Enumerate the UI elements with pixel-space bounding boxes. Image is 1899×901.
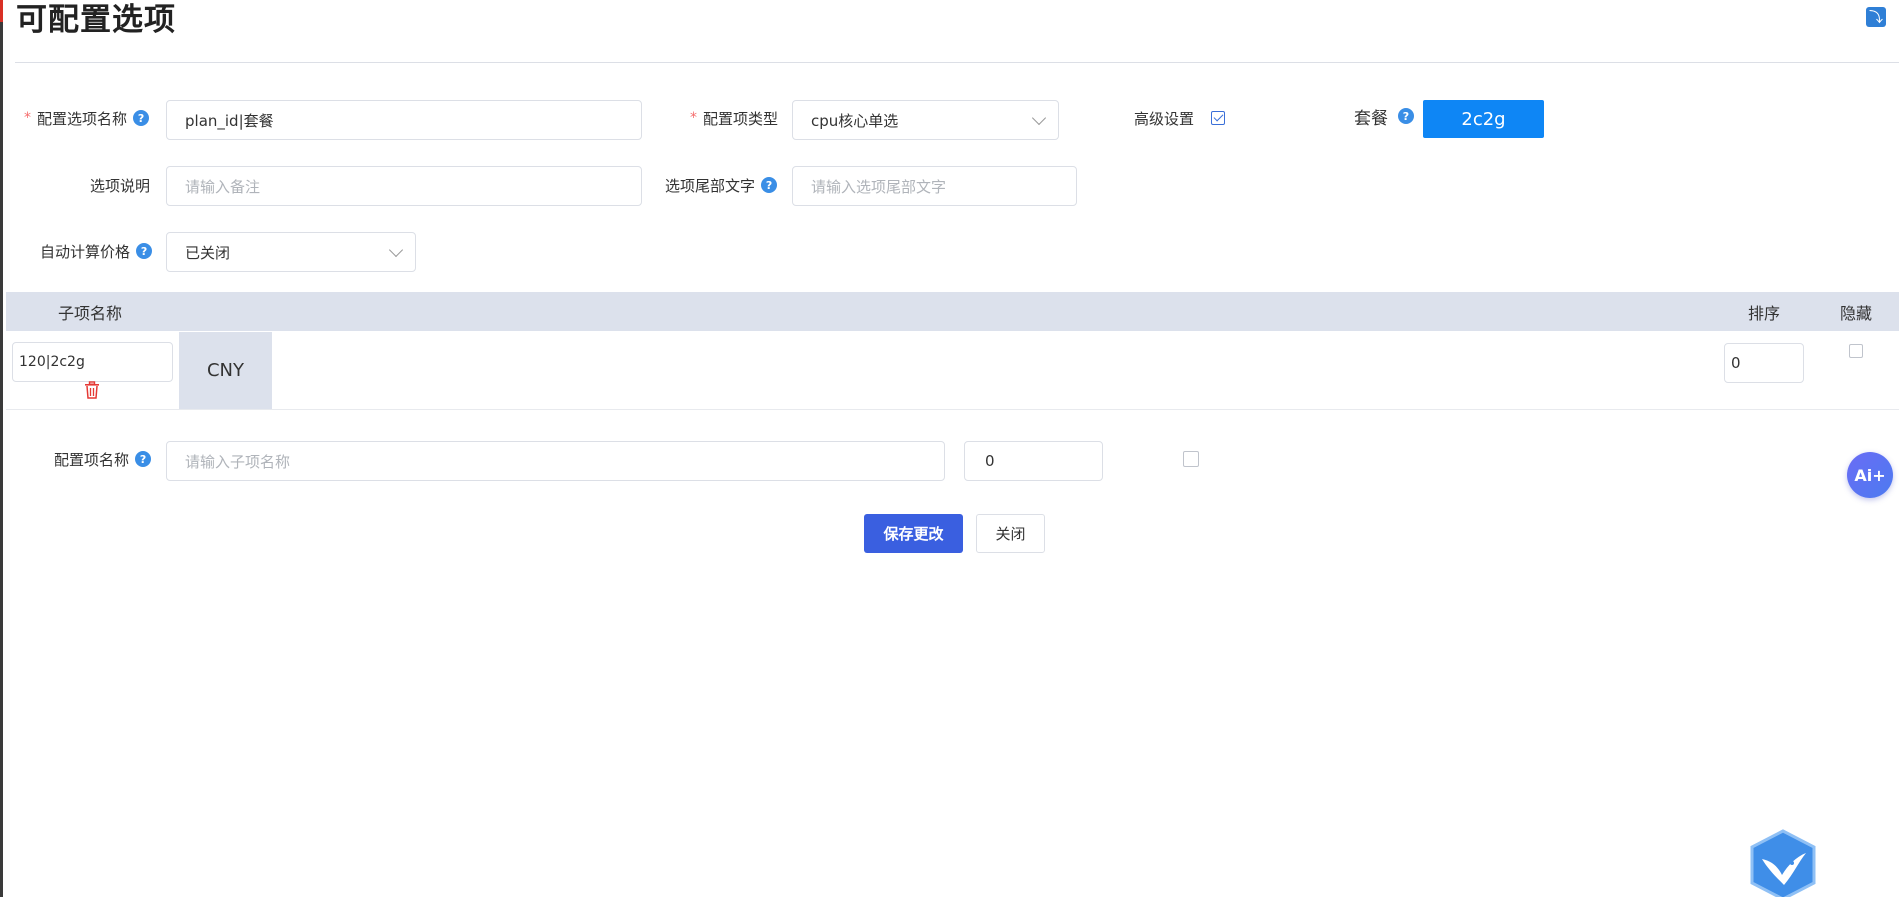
sub-item-sort-value: 0 [1731, 354, 1741, 372]
window-left-edge [0, 0, 3, 897]
option-type-label: * 配置项类型 [690, 98, 778, 138]
sub-item-name-input[interactable]: 120|2c2g [12, 342, 173, 382]
new-item-label-text: 配置项名称 [54, 450, 130, 469]
sub-item-sort-input[interactable]: 0 [1724, 343, 1804, 383]
column-sort-header: 排序 [1748, 303, 1781, 323]
new-item-label: 配置项名称 ? [54, 439, 152, 479]
description-label: 选项说明 [90, 165, 150, 205]
help-icon[interactable]: ? [135, 451, 152, 467]
help-icon[interactable]: ? [136, 243, 153, 259]
option-type-value: cpu核心单选 [811, 111, 899, 130]
bird-logo-icon[interactable] [1748, 829, 1818, 901]
option-type-label-text: 配置项类型 [703, 109, 779, 128]
option-type-select[interactable]: cpu核心单选 [792, 100, 1059, 140]
column-hide-header: 隐藏 [1840, 303, 1873, 323]
plan-label: 套餐 ? [1354, 96, 1414, 136]
chevron-down-icon [1031, 110, 1047, 126]
plan-label-text: 套餐 [1354, 108, 1388, 129]
ai-assistant-icon[interactable]: Ai+ [1847, 452, 1893, 498]
required-mark: * [690, 110, 697, 126]
sub-items-table-header: 子项名称 排序 隐藏 [6, 292, 1899, 331]
table-row [6, 331, 1899, 410]
trash-icon[interactable] [84, 381, 100, 399]
help-icon[interactable]: ? [133, 110, 150, 126]
new-item-name-placeholder: 请输入子项名称 [185, 452, 291, 471]
auto-price-value: 已关闭 [185, 243, 231, 262]
auto-price-select[interactable]: 已关闭 [166, 232, 416, 272]
page-title: 可配置选项 [16, 2, 176, 38]
new-item-name-input[interactable]: 请输入子项名称 [166, 441, 945, 481]
sub-item-name-value: 120|2c2g [19, 354, 85, 370]
required-mark: * [24, 110, 31, 126]
help-icon[interactable]: ? [1398, 108, 1414, 124]
suffix-input[interactable]: 请输入选项尾部文字 [792, 166, 1077, 206]
save-button[interactable]: 保存更改 [864, 514, 963, 553]
currency-cell: CNY [179, 332, 272, 409]
chevron-down-icon [388, 242, 404, 258]
sub-item-hide-checkbox[interactable] [1849, 344, 1863, 358]
close-button[interactable]: 关闭 [976, 514, 1045, 553]
auto-price-label: 自动计算价格 ? [40, 231, 153, 271]
description-placeholder: 请输入备注 [185, 177, 261, 196]
window-edge-marker [0, 0, 3, 22]
auto-price-label-text: 自动计算价格 [40, 242, 131, 261]
title-divider [15, 62, 1899, 63]
column-name-header: 子项名称 [58, 303, 123, 323]
advanced-checkbox[interactable] [1211, 111, 1225, 125]
plan-button[interactable]: 2c2g [1423, 100, 1544, 138]
suffix-label-text: 选项尾部文字 [665, 176, 756, 195]
help-icon[interactable]: ? [761, 177, 778, 193]
description-label-text: 选项说明 [90, 176, 151, 195]
ai-assistant-label: Ai+ [1854, 465, 1886, 485]
option-name-value: plan_id|套餐 [185, 111, 274, 130]
description-input[interactable]: 请输入备注 [166, 166, 642, 206]
new-item-hide-checkbox[interactable] [1183, 451, 1199, 467]
advanced-label: 高级设置 [1134, 98, 1194, 138]
refresh-corner-icon[interactable]: ⤵ [1866, 7, 1886, 27]
suffix-label: 选项尾部文字 ? [665, 165, 778, 205]
new-item-sort-value: 0 [985, 452, 995, 470]
option-name-label: * 配置选项名称 ? [24, 98, 150, 138]
option-name-input[interactable]: plan_id|套餐 [166, 100, 642, 140]
suffix-placeholder: 请输入选项尾部文字 [811, 177, 947, 196]
advanced-label-text: 高级设置 [1134, 109, 1195, 128]
new-item-sort-input[interactable]: 0 [964, 441, 1103, 481]
option-name-label-text: 配置选项名称 [37, 109, 128, 128]
